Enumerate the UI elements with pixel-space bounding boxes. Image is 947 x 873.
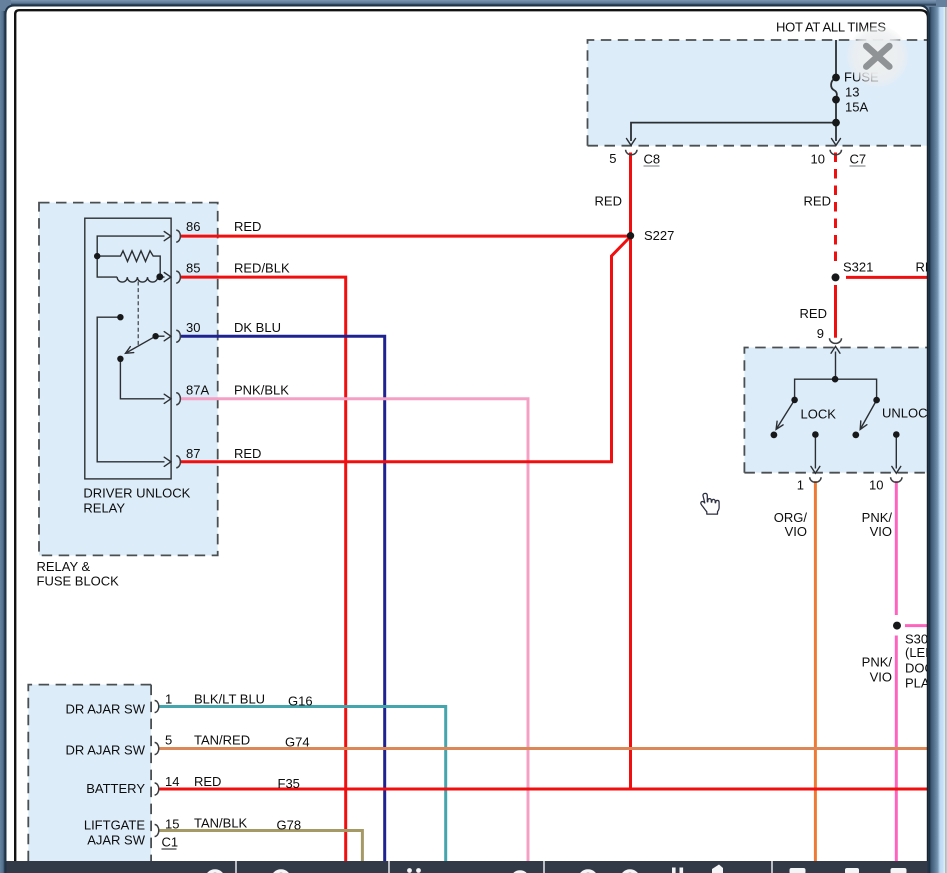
svg-text:PNK/: PNK/	[862, 655, 893, 670]
svg-text:S227: S227	[644, 228, 674, 243]
svg-text:LOCK: LOCK	[801, 407, 837, 422]
svg-text:C1: C1	[162, 835, 179, 850]
svg-text:RELAY: RELAY	[83, 501, 125, 516]
svg-text:13: 13	[845, 85, 859, 100]
svg-text:RED: RED	[800, 306, 827, 321]
svg-text:ORG/: ORG/	[774, 510, 808, 525]
svg-text:9: 9	[817, 326, 824, 341]
svg-text:RED: RED	[804, 194, 831, 209]
svg-text:5: 5	[609, 151, 616, 166]
svg-text:RED: RED	[234, 219, 261, 234]
svg-text:G16: G16	[288, 694, 313, 709]
svg-text:FUSE BLOCK: FUSE BLOCK	[37, 574, 120, 589]
svg-text:1: 1	[165, 692, 172, 707]
svg-text:VIO: VIO	[870, 670, 892, 685]
svg-text:DR AJAR SW: DR AJAR SW	[66, 743, 146, 758]
svg-text:87A: 87A	[186, 383, 209, 398]
svg-text:VIO: VIO	[870, 524, 892, 539]
svg-text:C8: C8	[644, 152, 661, 167]
svg-text:PNK/BLK: PNK/BLK	[234, 383, 289, 398]
svg-text:S321: S321	[843, 260, 873, 275]
svg-text:DRIVER UNLOCK: DRIVER UNLOCK	[83, 486, 190, 501]
svg-text:RED: RED	[194, 774, 221, 789]
svg-text:RELAY &: RELAY &	[37, 559, 91, 574]
svg-text:15: 15	[165, 817, 179, 832]
svg-text:14: 14	[165, 774, 179, 789]
svg-text:DK BLU: DK BLU	[234, 320, 281, 335]
svg-text:30: 30	[186, 320, 200, 335]
svg-text:85: 85	[186, 261, 200, 276]
svg-text:5: 5	[165, 733, 172, 748]
svg-text:RED: RED	[595, 194, 622, 209]
svg-text:BATTERY: BATTERY	[86, 781, 145, 796]
svg-text:10: 10	[869, 478, 883, 493]
svg-text:G78: G78	[277, 818, 302, 833]
svg-text:86: 86	[186, 219, 200, 234]
svg-text:1: 1	[797, 478, 804, 493]
svg-text:C7: C7	[850, 152, 867, 167]
svg-text:10: 10	[811, 152, 825, 167]
svg-text:VIO: VIO	[785, 524, 807, 539]
svg-text:G74: G74	[285, 735, 310, 750]
svg-text:LIFTGATE: LIFTGATE	[84, 818, 145, 833]
svg-text:F35: F35	[278, 776, 300, 791]
svg-text:AJAR SW: AJAR SW	[87, 833, 146, 848]
svg-text:TAN/BLK: TAN/BLK	[194, 816, 248, 831]
svg-text:PNK/: PNK/	[862, 510, 893, 525]
svg-text:BLK/LT BLU: BLK/LT BLU	[194, 692, 265, 707]
svg-text:RED: RED	[234, 446, 261, 461]
svg-text:TAN/RED: TAN/RED	[194, 733, 250, 748]
svg-text:DR AJAR SW: DR AJAR SW	[66, 702, 146, 717]
svg-text:87: 87	[186, 446, 200, 461]
svg-text:RED/BLK: RED/BLK	[234, 261, 290, 276]
svg-text:15A: 15A	[845, 100, 868, 115]
